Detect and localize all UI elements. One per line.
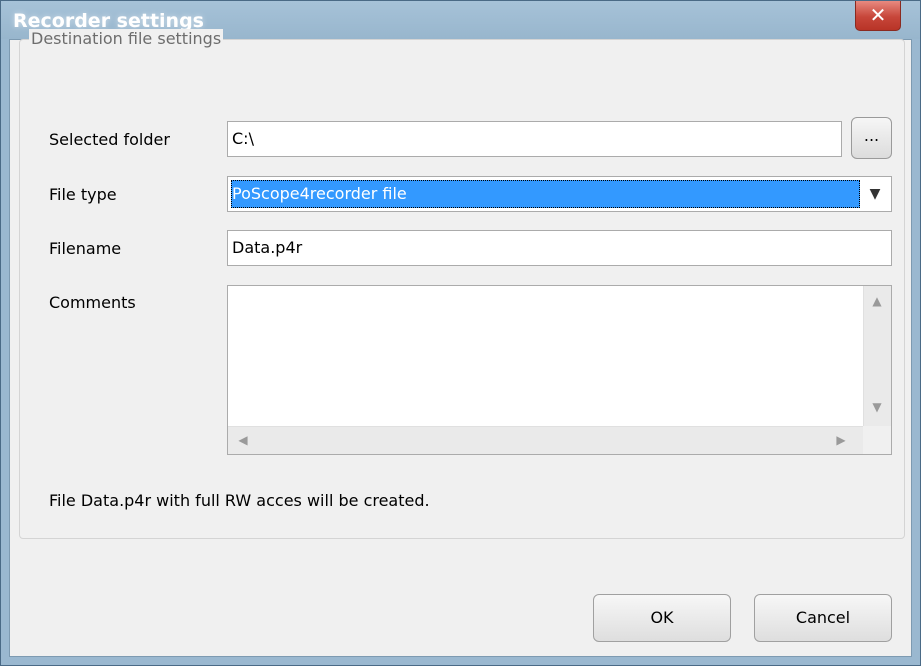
scrollbar-corner — [863, 426, 891, 454]
file-type-label: File type — [49, 185, 117, 204]
vertical-scrollbar[interactable]: ▲ ▼ — [863, 286, 891, 426]
recorder-settings-window: Recorder settings ✕ Destination file set… — [0, 0, 921, 666]
status-message: File Data.p4r with full RW acces will be… — [49, 491, 430, 510]
selected-folder-input[interactable]: C:\ — [227, 121, 842, 157]
close-button[interactable]: ✕ — [855, 1, 901, 31]
browse-folder-button[interactable]: ... — [851, 117, 892, 159]
chevron-down-icon[interactable]: ▼ — [863, 180, 887, 208]
comments-label: Comments — [49, 293, 136, 312]
ok-button[interactable]: OK — [593, 594, 731, 642]
filename-input[interactable]: Data.p4r — [227, 230, 892, 266]
arrow-up-icon[interactable]: ▲ — [864, 288, 890, 314]
arrow-left-icon[interactable]: ◀ — [230, 427, 256, 453]
arrow-down-icon[interactable]: ▼ — [864, 394, 890, 420]
horizontal-scrollbar[interactable]: ◀ ▶ — [228, 426, 863, 454]
close-icon: ✕ — [869, 3, 887, 27]
comments-textarea[interactable]: ▲ ▼ ◀ ▶ — [227, 285, 892, 455]
arrow-right-icon[interactable]: ▶ — [828, 427, 854, 453]
cancel-button[interactable]: Cancel — [754, 594, 892, 642]
file-type-select[interactable]: PoScope4recorder file ▼ — [227, 176, 892, 212]
selected-folder-label: Selected folder — [49, 130, 170, 149]
group-legend: Destination file settings — [29, 29, 224, 48]
filename-label: Filename — [49, 239, 122, 258]
file-type-selected-value: PoScope4recorder file — [231, 180, 860, 208]
